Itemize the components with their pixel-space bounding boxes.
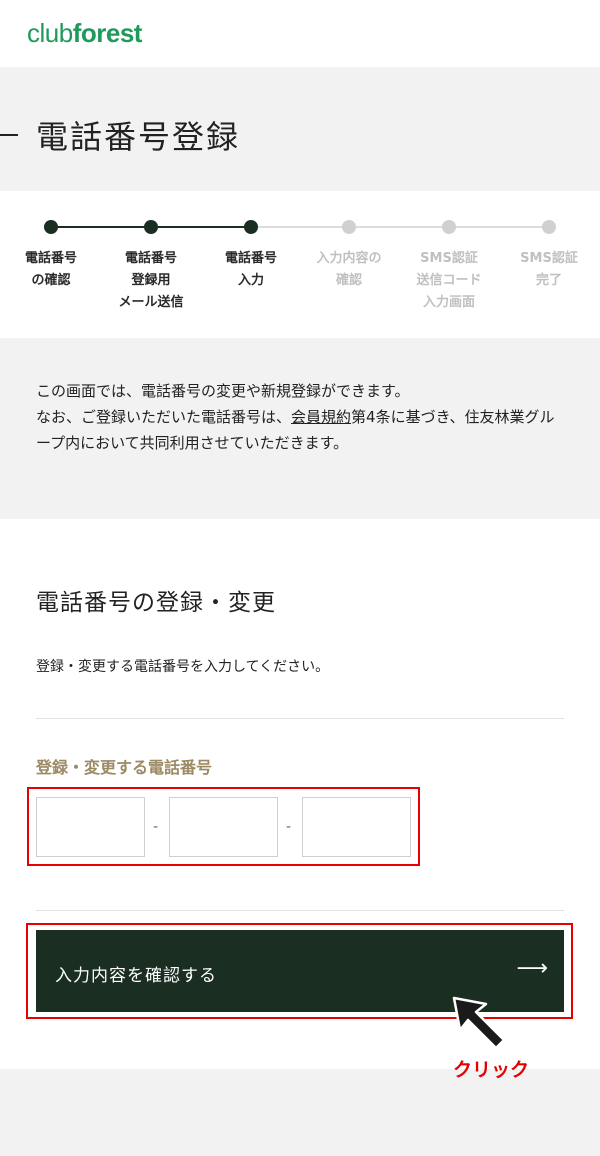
intro-text: この画面では、電話番号の変更や新規登録ができます。 なお、ご登録いただいた電話番…	[36, 378, 566, 456]
step-2-label: 電話番号 登録用 メール送信	[118, 251, 184, 310]
step-6-dot	[542, 220, 556, 234]
step-5-label: SMS認証 送信コード 入力画面	[416, 251, 482, 310]
page-title: 電話番号登録	[36, 118, 241, 156]
intro-line-1: この画面では、電話番号の変更や新規登録ができます。	[36, 382, 410, 400]
intro-section: この画面では、電話番号の変更や新規登録ができます。 なお、ご登録いただいた電話番…	[0, 338, 600, 519]
divider-bottom	[36, 910, 564, 911]
phone-separator-2: -	[286, 819, 292, 835]
form-title: 電話番号の登録・変更	[36, 590, 276, 616]
step-3-label: 電話番号 入力	[224, 251, 277, 288]
form-description: 登録・変更する電話番号を入力してください。	[36, 659, 330, 675]
step-4-dot	[342, 220, 356, 234]
confirm-button-label: 入力内容を確認する	[55, 966, 217, 986]
site-header: clubforest	[0, 0, 600, 67]
step-5-dot	[442, 220, 456, 234]
step-3-dot	[244, 220, 258, 234]
step-6-label: SMS認証 完了	[520, 251, 578, 288]
phone-input-part-3[interactable]	[302, 797, 411, 857]
step-line-todo	[251, 226, 549, 228]
phone-field-label: 登録・変更する電話番号	[36, 758, 213, 777]
progress-steps: 電話番号 の確認 電話番号 登録用 メール送信 電話番号 入力 入力内容の 確認 SMS認…	[0, 191, 600, 338]
terms-link[interactable]: 会員規約	[291, 408, 351, 426]
clubforest-logo[interactable]: clubforest	[27, 18, 142, 49]
phone-separator-1: -	[153, 819, 159, 835]
phone-input-part-1[interactable]	[36, 797, 145, 857]
step-1-dot	[44, 220, 58, 234]
divider-top	[36, 718, 564, 719]
phone-form: 電話番号の登録・変更 登録・変更する電話番号を入力してください。 登録・変更する…	[0, 519, 600, 1069]
step-4-label: 入力内容の 確認	[316, 251, 382, 288]
phone-input-part-2[interactable]	[169, 797, 278, 857]
cursor-arrow-icon	[452, 996, 506, 1050]
click-annotation: クリック	[453, 1059, 530, 1081]
intro-line-2: なお、ご登録いただいた電話番号は、会員規約第4条に基づき、住友林業グループ内にお…	[36, 408, 555, 452]
step-2-dot	[144, 220, 158, 234]
arrow-right-icon: ⟶	[516, 956, 548, 981]
step-1-label: 電話番号 の確認	[24, 251, 77, 288]
title-dash	[0, 134, 18, 136]
